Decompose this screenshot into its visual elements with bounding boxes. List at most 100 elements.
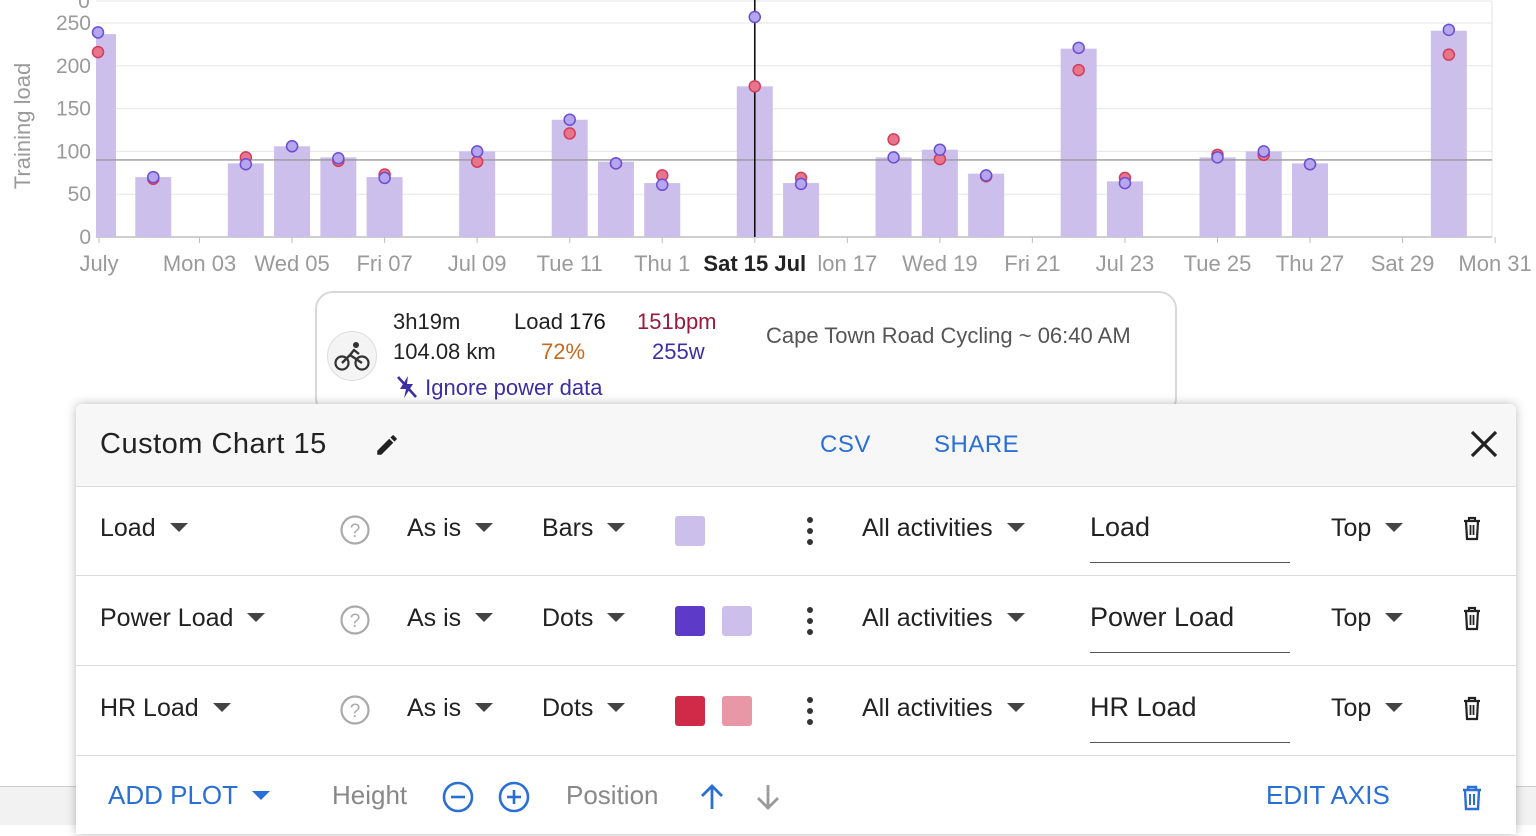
load-bar[interactable] (1199, 157, 1236, 237)
filter-select[interactable]: All activities (862, 604, 1025, 633)
delete-chart-icon[interactable] (1460, 784, 1484, 812)
power-load-dot[interactable] (1257, 145, 1270, 158)
hr-load-dot[interactable] (91, 45, 105, 59)
transform-select[interactable]: As is (407, 694, 494, 723)
x-tick-label: Jul 09 (448, 251, 507, 276)
power-load-dot[interactable] (1303, 157, 1317, 171)
load-bar[interactable] (597, 161, 634, 237)
x-tick-label: Mon 03 (163, 251, 236, 276)
power-load-dot[interactable] (285, 140, 299, 153)
training-load-chart[interactable]: 0 50 100 150 200 250 Training load 0 July Mon … (0, 0, 1536, 290)
plot-name-input[interactable]: Power Load (1090, 598, 1290, 653)
power-load-dot[interactable] (332, 151, 345, 165)
field-select[interactable]: Power Load (100, 604, 266, 633)
x-tick-label: Wed 19 (902, 251, 977, 276)
filter-select[interactable]: All activities (862, 694, 1025, 723)
power-load-dot[interactable] (239, 157, 253, 171)
power-load-dot[interactable] (1118, 176, 1132, 190)
help-icon[interactable]: ? (339, 604, 371, 636)
position-select[interactable]: Top (1331, 604, 1404, 633)
move-down-icon[interactable] (754, 782, 782, 812)
tooltip-activity-name[interactable]: Cape Town Road Cycling ~ 06:40 AM (766, 323, 1131, 349)
power-load-dot[interactable] (378, 171, 391, 185)
load-bar[interactable] (320, 157, 357, 237)
color-swatch[interactable] (675, 696, 705, 726)
load-bar[interactable] (1430, 30, 1467, 238)
field-label: Power Load (100, 604, 234, 632)
more-vert-icon[interactable] (802, 694, 818, 728)
plot-name-input[interactable]: Load (1090, 508, 1290, 563)
power-load-dot[interactable] (748, 10, 762, 24)
help-icon[interactable]: ? (339, 694, 371, 726)
hr-load-dot[interactable] (748, 80, 762, 93)
load-bar[interactable] (644, 183, 681, 237)
help-icon[interactable]: ? (339, 514, 371, 546)
color-swatch[interactable] (722, 696, 752, 726)
edit-pencil-icon[interactable] (374, 432, 400, 458)
height-decrease-icon[interactable] (441, 780, 475, 814)
move-up-icon[interactable] (698, 782, 726, 812)
transform-select[interactable]: As is (407, 604, 494, 633)
load-bar[interactable] (783, 183, 820, 237)
activity-tooltip[interactable]: 3h19m 104.08 km Load 176 72% 151bpm 255w… (315, 291, 1177, 416)
load-bar[interactable] (135, 177, 172, 237)
power-load-dot[interactable] (979, 169, 993, 182)
color-swatch[interactable] (675, 516, 705, 546)
load-bar[interactable] (875, 157, 912, 237)
load-bar[interactable] (96, 34, 116, 238)
hr-load-dot[interactable] (563, 127, 576, 140)
load-bar[interactable] (968, 173, 1005, 237)
power-load-dot[interactable] (1211, 151, 1224, 164)
power-load-dot[interactable] (563, 113, 576, 126)
hr-load-dot[interactable] (1072, 63, 1085, 77)
edit-axis-button[interactable]: EDIT AXIS (1266, 780, 1390, 811)
transform-select[interactable]: As is (407, 514, 494, 543)
ignore-power-button[interactable]: Ignore power data (395, 375, 602, 402)
load-bar[interactable] (1106, 181, 1143, 237)
hr-load-dot[interactable] (1442, 48, 1456, 61)
load-bar[interactable] (1292, 163, 1329, 237)
type-select[interactable]: Dots (542, 604, 626, 633)
hr-load-dot[interactable] (887, 133, 900, 146)
filter-select[interactable]: All activities (862, 514, 1025, 543)
power-load-dot[interactable] (470, 145, 484, 158)
power-load-dot[interactable] (147, 170, 160, 184)
delete-row-icon[interactable] (1462, 516, 1482, 542)
more-vert-icon[interactable] (802, 514, 818, 548)
load-bar[interactable] (1245, 151, 1282, 237)
share-button[interactable]: SHARE (934, 431, 1019, 459)
chevron-down-icon (1385, 522, 1404, 532)
load-bar[interactable] (366, 177, 403, 237)
tooltip-intensity: 72% (541, 339, 586, 364)
plot-name-input[interactable]: HR Load (1090, 688, 1290, 743)
color-swatch[interactable] (675, 606, 705, 636)
field-select[interactable]: HR Load (100, 694, 231, 723)
load-bars[interactable] (96, 30, 1467, 238)
close-icon[interactable] (1468, 428, 1500, 460)
power-load-dot[interactable] (91, 26, 105, 39)
color-swatch[interactable] (722, 606, 752, 636)
delete-row-icon[interactable] (1462, 696, 1482, 722)
type-select[interactable]: Bars (542, 514, 626, 543)
add-plot-button[interactable]: ADD PLOT (108, 780, 271, 811)
position-select[interactable]: Top (1331, 514, 1404, 543)
power-load-dot[interactable] (887, 151, 900, 164)
field-select[interactable]: Load (100, 514, 188, 543)
type-select[interactable]: Dots (542, 694, 626, 723)
height-increase-icon[interactable] (497, 780, 531, 814)
csv-button[interactable]: CSV (820, 431, 871, 459)
position-select[interactable]: Top (1331, 694, 1404, 723)
load-bar[interactable] (1060, 48, 1097, 238)
power-load-dot[interactable] (1442, 23, 1456, 37)
power-load-dot[interactable] (609, 157, 623, 170)
hr-load-dot[interactable] (470, 155, 484, 168)
power-load-dot[interactable] (1072, 41, 1085, 55)
power-load-dot[interactable] (794, 177, 808, 191)
power-load-dot[interactable] (655, 178, 669, 192)
tooltip-load-label: Load (514, 309, 563, 334)
x-axis: July Mon 03 Wed 05 Fri 07 Jul 09 Tue 11 Thu 1 S… (79, 237, 1532, 276)
delete-row-icon[interactable] (1462, 606, 1482, 632)
power-load-dot[interactable] (933, 143, 947, 156)
load-bar[interactable] (227, 163, 264, 237)
more-vert-icon[interactable] (802, 604, 818, 638)
